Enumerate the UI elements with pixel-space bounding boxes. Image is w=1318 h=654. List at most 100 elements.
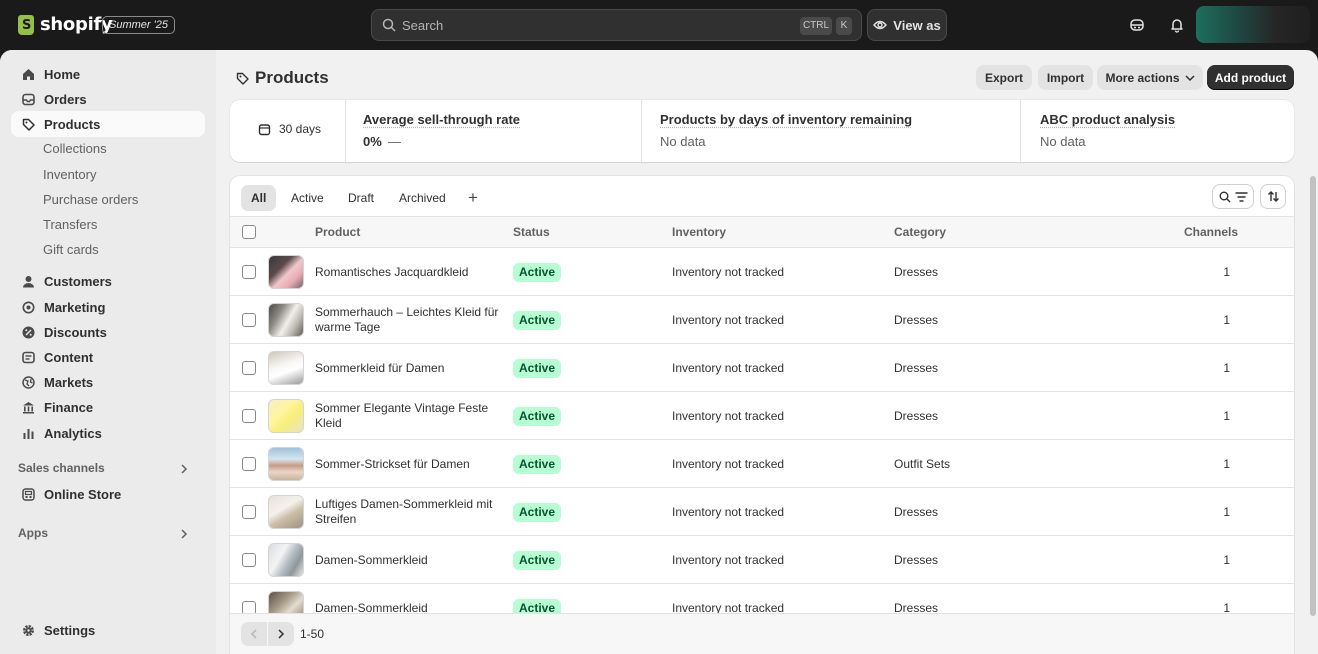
- table-header: Product Status Inventory Category Channe…: [230, 216, 1294, 248]
- table-row[interactable]: Sommer Elegante Vintage Feste Kleid Acti…: [230, 392, 1294, 440]
- days-inventory-title[interactable]: Products by days of inventory remaining: [660, 112, 912, 127]
- sidebar-item-label: Products: [44, 116, 101, 132]
- column-channels[interactable]: Channels: [1184, 225, 1238, 239]
- table-row[interactable]: Damen-Sommerkleid Active Inventory not t…: [230, 536, 1294, 584]
- tab-all[interactable]: All: [241, 185, 277, 211]
- edition-badge[interactable]: Summer '25: [102, 16, 175, 34]
- table-row[interactable]: Sommerkleid für Damen Active Inventory n…: [230, 344, 1294, 392]
- product-thumbnail[interactable]: [268, 399, 304, 433]
- select-all-checkbox[interactable]: [242, 225, 256, 239]
- product-name[interactable]: Sommerkleid für Damen: [315, 361, 500, 376]
- search-filter-button[interactable]: [1212, 184, 1254, 209]
- category-cell: Dresses: [894, 409, 939, 423]
- column-status[interactable]: Status: [513, 225, 550, 239]
- channels-cell: 1: [1223, 457, 1230, 471]
- export-button[interactable]: Export: [976, 65, 1032, 90]
- product-thumbnail[interactable]: [268, 255, 304, 289]
- sidebar-sub-gift-cards[interactable]: Gift cards: [43, 242, 99, 257]
- column-inventory[interactable]: Inventory: [672, 225, 726, 239]
- divider: [1020, 100, 1021, 162]
- status-badge: Active: [513, 311, 562, 330]
- sidebar-item-label: Online Store: [44, 486, 122, 502]
- add-product-button[interactable]: Add product: [1207, 65, 1294, 90]
- sidebar-item-content[interactable]: Content: [11, 344, 205, 370]
- date-range-label: 30 days: [279, 122, 322, 136]
- row-checkbox[interactable]: [242, 313, 256, 327]
- product-name[interactable]: Luftiges Damen-Sommerkleid mit Streifen: [315, 497, 500, 527]
- row-checkbox[interactable]: [242, 457, 256, 471]
- sidebar-item-markets[interactable]: Markets: [11, 369, 205, 395]
- store-account-menu[interactable]: [1196, 6, 1310, 43]
- search-icon: [1219, 191, 1230, 202]
- previous-page-button[interactable]: [241, 622, 267, 646]
- row-checkbox[interactable]: [242, 361, 256, 375]
- product-thumbnail[interactable]: [268, 351, 304, 385]
- column-category[interactable]: Category: [894, 225, 946, 239]
- calendar-icon: [258, 123, 271, 135]
- table-row[interactable]: Sommer-Strickset für Damen Active Invent…: [230, 440, 1294, 488]
- sales-channels-heading[interactable]: Sales channels: [18, 461, 105, 475]
- sell-through-title[interactable]: Average sell-through rate: [363, 112, 520, 127]
- tab-archived[interactable]: Archived: [389, 185, 456, 211]
- column-product[interactable]: Product: [315, 225, 360, 239]
- sidebar-sub-purchase-orders[interactable]: Purchase orders: [43, 192, 138, 207]
- sort-button[interactable]: [1260, 184, 1286, 209]
- home-icon: [21, 67, 35, 81]
- sidebar-item-home[interactable]: Home: [11, 61, 205, 87]
- more-actions-button[interactable]: More actions: [1097, 65, 1203, 90]
- sidebar-item-products[interactable]: Products: [11, 111, 205, 137]
- sidebar-item-finance[interactable]: Finance: [11, 394, 205, 420]
- table-row[interactable]: Luftiges Damen-Sommerkleid mit Streifen …: [230, 488, 1294, 536]
- sidebar-item-label: Finance: [44, 399, 94, 415]
- filter-icon: [1235, 191, 1247, 202]
- row-checkbox[interactable]: [242, 265, 256, 279]
- days-inventory-value: No data: [660, 134, 706, 149]
- product-name[interactable]: Sommer Elegante Vintage Feste Kleid: [315, 401, 500, 431]
- product-name[interactable]: Damen-Sommerkleid: [315, 553, 500, 568]
- bell-icon[interactable]: [1167, 15, 1187, 35]
- table-row[interactable]: Romantisches Jacquardkleid Active Invent…: [230, 248, 1294, 296]
- product-name[interactable]: Romantisches Jacquardkleid: [315, 265, 500, 280]
- table-row[interactable]: Sommerhauch – Leichtes Kleid für warme T…: [230, 296, 1294, 344]
- row-checkbox[interactable]: [242, 553, 256, 567]
- product-thumbnail[interactable]: [268, 303, 304, 337]
- chevron-right-icon[interactable]: [180, 463, 188, 477]
- channels-cell: 1: [1223, 361, 1230, 375]
- sidebar-item-analytics[interactable]: Analytics: [11, 420, 205, 446]
- import-button[interactable]: Import: [1038, 65, 1093, 90]
- tab-draft[interactable]: Draft: [338, 185, 384, 211]
- page-scrollbar[interactable]: [1308, 50, 1318, 654]
- date-range-button[interactable]: 30 days: [258, 122, 321, 136]
- sidebar-item-label: Content: [44, 349, 94, 365]
- abc-analysis-title[interactable]: ABC product analysis: [1040, 112, 1175, 127]
- view-as-button[interactable]: View as: [867, 9, 947, 41]
- pagination: 1-50: [230, 613, 1294, 654]
- sidekick-icon[interactable]: [1127, 15, 1147, 35]
- sidebar-sub-transfers[interactable]: Transfers: [43, 217, 97, 232]
- sidebar-item-discounts[interactable]: Discounts: [11, 319, 205, 345]
- apps-heading[interactable]: Apps: [18, 526, 48, 540]
- tab-active[interactable]: Active: [281, 185, 334, 211]
- sidebar-item-orders[interactable]: Orders: [11, 86, 205, 112]
- inventory-cell: Inventory not tracked: [672, 553, 785, 567]
- product-name[interactable]: Sommer-Strickset für Damen: [315, 457, 500, 472]
- sidebar-item-customers[interactable]: Customers: [11, 268, 205, 294]
- product-name[interactable]: Sommerhauch – Leichtes Kleid für warme T…: [315, 305, 500, 335]
- chevron-right-icon[interactable]: [180, 528, 188, 542]
- sidebar-item-online-store[interactable]: Online Store: [11, 481, 205, 507]
- person-icon: [21, 274, 35, 288]
- product-thumbnail[interactable]: [268, 543, 304, 577]
- next-page-button[interactable]: [268, 622, 294, 646]
- product-thumbnail[interactable]: [268, 495, 304, 529]
- row-checkbox[interactable]: [242, 409, 256, 423]
- shopify-logo[interactable]: shopify: [18, 14, 113, 35]
- search-bar[interactable]: Search CTRL K: [371, 9, 862, 41]
- sidebar-item-marketing[interactable]: Marketing: [11, 294, 205, 320]
- scrollbar-thumb[interactable]: [1310, 176, 1316, 616]
- sidebar-sub-collections[interactable]: Collections: [43, 141, 107, 156]
- product-thumbnail[interactable]: [268, 447, 304, 481]
- sidebar-sub-inventory[interactable]: Inventory: [43, 167, 96, 182]
- row-checkbox[interactable]: [242, 505, 256, 519]
- add-view-button[interactable]: +: [468, 185, 478, 211]
- sidebar-item-settings[interactable]: Settings: [11, 617, 205, 643]
